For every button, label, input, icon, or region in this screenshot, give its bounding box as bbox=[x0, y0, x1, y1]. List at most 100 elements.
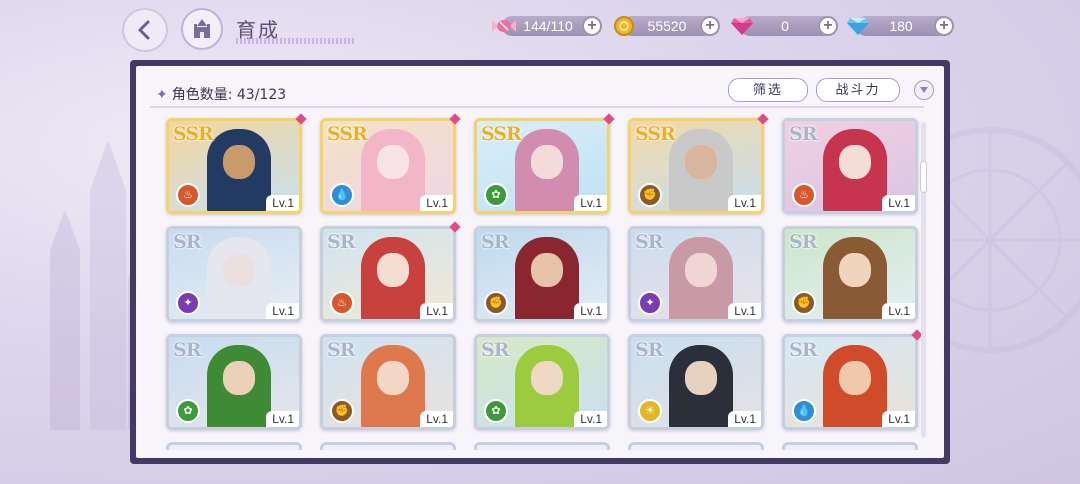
add-coin-button[interactable]: + bbox=[700, 16, 720, 36]
add-pink-gem-button[interactable]: + bbox=[818, 16, 838, 36]
rarity-badge: SSR bbox=[481, 123, 522, 145]
header-divider bbox=[150, 106, 924, 108]
sparkle-icon: ✦ bbox=[156, 87, 168, 103]
stamina-counter: 144/110 + bbox=[492, 16, 602, 36]
light-attribute-icon: ☀ bbox=[638, 399, 662, 423]
level-label: Lv.1 bbox=[574, 195, 607, 211]
character-card[interactable]: SR ♨ Lv.1 bbox=[320, 226, 456, 322]
title-decoration bbox=[236, 38, 354, 44]
level-label: Lv.1 bbox=[882, 411, 915, 427]
earth-attribute-icon: ✊ bbox=[792, 291, 816, 315]
character-face bbox=[839, 145, 871, 179]
character-card[interactable]: SR ✦ Lv.1 bbox=[166, 226, 302, 322]
character-face bbox=[223, 361, 255, 395]
character-card[interactable]: SSR ✿ Lv.1 bbox=[474, 118, 610, 214]
character-face bbox=[377, 145, 409, 179]
character-card[interactable]: SSR ♨ Lv.1 bbox=[166, 118, 302, 214]
character-card[interactable]: SR 💧 Lv.1 bbox=[782, 334, 918, 430]
gold-coin-icon bbox=[610, 12, 638, 40]
grid-scrollbar[interactable] bbox=[921, 122, 926, 438]
back-arrow-icon bbox=[138, 20, 150, 40]
character-face bbox=[685, 361, 717, 395]
fire-attribute-icon: ♨ bbox=[330, 291, 354, 315]
back-button[interactable] bbox=[122, 8, 168, 52]
level-label: Lv.1 bbox=[420, 195, 453, 211]
character-face bbox=[839, 253, 871, 287]
pink-gem-counter: 0 + bbox=[731, 16, 838, 36]
water-attribute-icon: 💧 bbox=[792, 399, 816, 423]
earth-attribute-icon: ✊ bbox=[638, 183, 662, 207]
level-label: Lv.1 bbox=[728, 411, 761, 427]
rarity-badge: SSR bbox=[635, 123, 676, 145]
pink-gem-icon bbox=[728, 12, 756, 40]
level-label: Lv.1 bbox=[728, 303, 761, 319]
rarity-badge: SR bbox=[789, 123, 817, 145]
character-card[interactable]: SR ✊ Lv.1 bbox=[474, 226, 610, 322]
castle-home-icon bbox=[194, 19, 210, 38]
level-label: Lv.1 bbox=[266, 411, 299, 427]
character-card-partial[interactable] bbox=[782, 442, 918, 450]
level-label: Lv.1 bbox=[728, 195, 761, 211]
character-face bbox=[377, 253, 409, 287]
character-face bbox=[531, 361, 563, 395]
character-card[interactable]: SR ✦ Lv.1 bbox=[628, 226, 764, 322]
level-label: Lv.1 bbox=[420, 411, 453, 427]
earth-attribute-icon: ✊ bbox=[330, 399, 354, 423]
grass-attribute-icon: ✿ bbox=[176, 399, 200, 423]
rarity-badge: SR bbox=[327, 231, 355, 253]
character-face bbox=[531, 253, 563, 287]
rarity-badge: SR bbox=[635, 339, 663, 361]
scrollbar-thumb[interactable] bbox=[921, 162, 926, 192]
character-card[interactable]: SR ✊ Lv.1 bbox=[320, 334, 456, 430]
coin-counter: 55520 + bbox=[614, 16, 720, 36]
rarity-badge: SR bbox=[789, 339, 817, 361]
diamond-counter: 180 + bbox=[847, 16, 954, 36]
level-label: Lv.1 bbox=[882, 303, 915, 319]
level-label: Lv.1 bbox=[266, 195, 299, 211]
level-label: Lv.1 bbox=[882, 195, 915, 211]
earth-attribute-icon: ✊ bbox=[484, 291, 508, 315]
character-face bbox=[685, 145, 717, 179]
rarity-badge: SSR bbox=[327, 123, 368, 145]
level-label: Lv.1 bbox=[574, 303, 607, 319]
level-label: Lv.1 bbox=[266, 303, 299, 319]
rarity-badge: SR bbox=[481, 231, 509, 253]
rarity-badge: SR bbox=[173, 339, 201, 361]
character-card[interactable]: SR ✿ Lv.1 bbox=[474, 334, 610, 430]
character-face bbox=[531, 145, 563, 179]
level-label: Lv.1 bbox=[420, 303, 453, 319]
character-card-partial[interactable] bbox=[166, 442, 302, 450]
rarity-badge: SR bbox=[481, 339, 509, 361]
rarity-badge: SR bbox=[173, 231, 201, 253]
fire-attribute-icon: ♨ bbox=[176, 183, 200, 207]
character-count-text: 角色数量: 43/123 bbox=[171, 87, 287, 103]
add-diamond-button[interactable]: + bbox=[934, 16, 954, 36]
character-card[interactable]: SR ✿ Lv.1 bbox=[166, 334, 302, 430]
character-card-partial[interactable] bbox=[474, 442, 610, 450]
filter-button[interactable]: 筛选 bbox=[728, 78, 808, 102]
character-card[interactable]: SR ✊ Lv.1 bbox=[782, 226, 918, 322]
water-attribute-icon: 💧 bbox=[330, 183, 354, 207]
grass-attribute-icon: ✿ bbox=[484, 399, 508, 423]
character-card[interactable]: SSR 💧 Lv.1 bbox=[320, 118, 456, 214]
level-label: Lv.1 bbox=[574, 411, 607, 427]
sort-power-button[interactable]: 战斗力 bbox=[816, 78, 900, 102]
dark-attribute-icon: ✦ bbox=[638, 291, 662, 315]
home-button[interactable] bbox=[181, 8, 223, 50]
character-panel: ✦ 角色数量: 43/123 筛选 战斗力 SSR ♨ Lv.1 SSR 💧 Lv.1 SSR… bbox=[130, 60, 950, 464]
character-card-partial[interactable] bbox=[628, 442, 764, 450]
dark-attribute-icon: ✦ bbox=[176, 291, 200, 315]
rarity-badge: SSR bbox=[173, 123, 214, 145]
blue-diamond-icon bbox=[844, 12, 872, 40]
character-card[interactable]: SSR ✊ Lv.1 bbox=[628, 118, 764, 214]
character-face bbox=[377, 361, 409, 395]
add-stamina-button[interactable]: + bbox=[582, 16, 602, 36]
character-card-partial[interactable] bbox=[320, 442, 456, 450]
sort-order-button[interactable] bbox=[914, 80, 934, 100]
character-panel-content: ✦ 角色数量: 43/123 筛选 战斗力 SSR ♨ Lv.1 SSR 💧 Lv.1 SSR… bbox=[136, 66, 944, 458]
grass-attribute-icon: ✿ bbox=[484, 183, 508, 207]
character-face bbox=[839, 361, 871, 395]
character-card[interactable]: SR ☀ Lv.1 bbox=[628, 334, 764, 430]
rarity-badge: SR bbox=[635, 231, 663, 253]
character-card[interactable]: SR ♨ Lv.1 bbox=[782, 118, 918, 214]
